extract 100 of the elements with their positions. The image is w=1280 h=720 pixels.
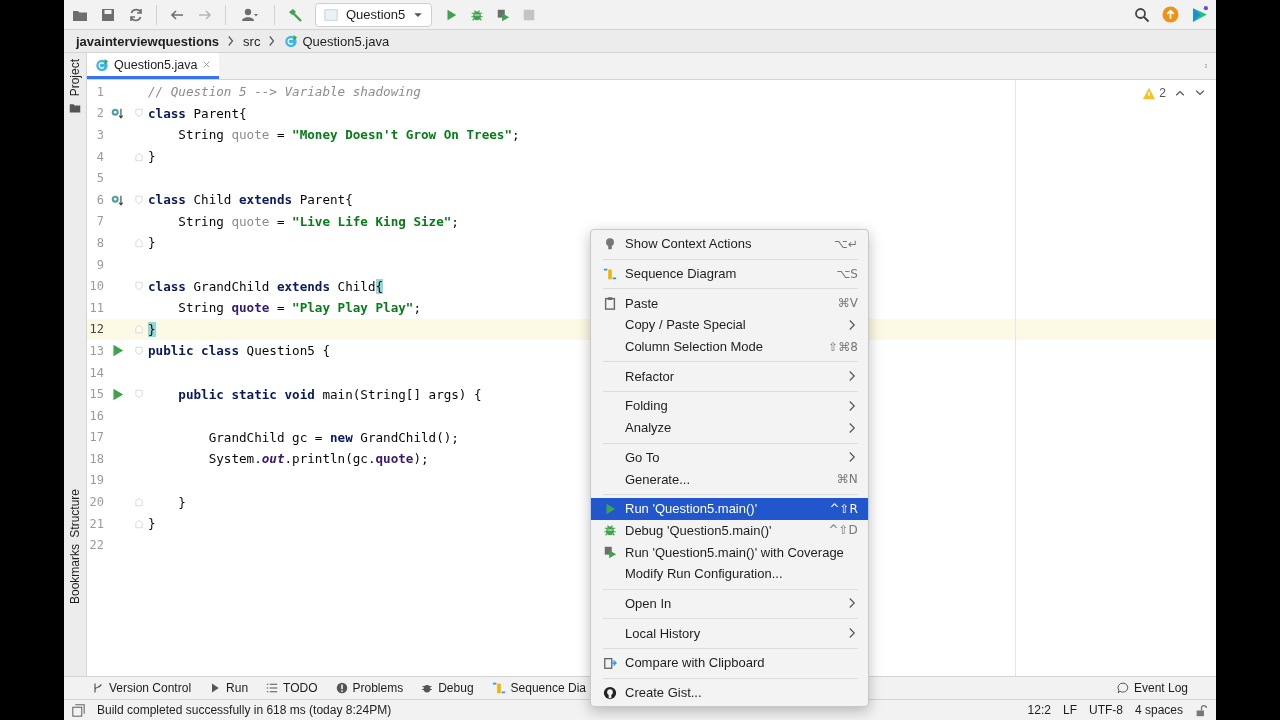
sequence-diagram-icon[interactable] bbox=[491, 681, 506, 695]
line-number: 13 bbox=[88, 343, 104, 358]
menu-item[interactable]: Run 'Question5.main()' ^⇧R bbox=[591, 497, 868, 520]
code-line: } bbox=[177, 494, 186, 510]
code-line: public class Question5 { bbox=[148, 343, 330, 359]
code-line: } bbox=[148, 235, 156, 251]
line-number: 19 bbox=[88, 473, 104, 488]
menu-item[interactable]: Debug 'Question5.main()' ^⇧D bbox=[591, 519, 868, 542]
line-number: 15 bbox=[88, 387, 104, 402]
code-line: // Question 5 --> Variable shadowing bbox=[148, 84, 421, 100]
clipboard-icon bbox=[603, 296, 617, 311]
tool-window-tab[interactable]: Version Control bbox=[109, 681, 192, 695]
override-icon[interactable] bbox=[110, 106, 124, 121]
tool-window-tab[interactable]: Sequence Dia bbox=[510, 681, 586, 695]
menu-item[interactable]: Paste ⌘V bbox=[591, 292, 868, 315]
speech-bubble-icon bbox=[1116, 682, 1129, 694]
status-item[interactable]: 12:2 bbox=[1027, 703, 1051, 717]
debug-icon[interactable] bbox=[470, 7, 485, 22]
debug-icon[interactable] bbox=[603, 523, 617, 538]
editor-tab[interactable]: Question5.java bbox=[87, 53, 220, 79]
status-item[interactable]: LF bbox=[1062, 703, 1077, 717]
code-line: GrandChild gc = new GrandChild(); bbox=[207, 429, 459, 445]
menu-item[interactable]: Sequence Diagram ⌥S bbox=[591, 262, 868, 285]
branch-icon bbox=[92, 682, 104, 694]
hammer-icon[interactable] bbox=[287, 6, 303, 23]
line-number: 22 bbox=[88, 538, 104, 553]
status-item[interactable]: 4 spaces bbox=[1134, 703, 1183, 717]
status-message: Build completed successfully in 618 ms (today 8:24PM) bbox=[97, 703, 392, 717]
status-item[interactable]: UTF-8 bbox=[1088, 703, 1123, 717]
event-log-tab[interactable]: Event Log bbox=[1133, 681, 1188, 695]
line-number: 7 bbox=[95, 214, 104, 229]
coverage-icon[interactable] bbox=[603, 545, 617, 560]
tool-window-tab[interactable]: Structure bbox=[68, 489, 82, 538]
class-file-icon bbox=[95, 57, 109, 72]
menu-item[interactable]: Show Context Actions ⌥↵ bbox=[591, 233, 868, 255]
breadcrumb-item[interactable]: src bbox=[243, 33, 261, 49]
code-line: } bbox=[148, 516, 156, 532]
line-number: 3 bbox=[95, 128, 104, 142]
run-configuration-dropdown[interactable]: Question5 bbox=[315, 2, 433, 27]
breadcrumb-item[interactable]: javainterviewquestions bbox=[76, 33, 220, 49]
code-line: String quote = "Live Life King Size"; bbox=[177, 213, 459, 229]
menu-item[interactable]: Compare with Clipboard bbox=[591, 652, 868, 674]
menu-item[interactable]: Create Gist... bbox=[591, 681, 868, 704]
line-number: 17 bbox=[88, 430, 104, 445]
menu-item[interactable]: Open In bbox=[591, 592, 868, 615]
tool-window-tab[interactable]: Debug bbox=[438, 681, 474, 695]
code-line: class GrandChild extends Child{ bbox=[148, 278, 384, 294]
menu-item[interactable]: Modify Run Configuration... bbox=[591, 562, 868, 585]
class-file-icon bbox=[284, 34, 299, 48]
code-line: public static void main(String[] args) { bbox=[177, 386, 482, 402]
line-number: 5 bbox=[95, 171, 104, 186]
lightbulb-icon bbox=[603, 236, 617, 251]
code-line: String quote = "Money Doesn't Grow On Trees"; bbox=[177, 127, 520, 143]
warning-count: 2 bbox=[1159, 86, 1166, 100]
toolbox-logo-icon[interactable] bbox=[1191, 6, 1208, 23]
menu-item[interactable]: Column Selection Mode ⇧⌘8 bbox=[591, 335, 868, 358]
close-icon[interactable] bbox=[202, 60, 212, 69]
code-line: class Parent{ bbox=[148, 105, 247, 121]
tool-window-tab[interactable]: TODO bbox=[283, 681, 318, 695]
menu-item[interactable]: Copy / Paste Special bbox=[591, 314, 868, 336]
menu-item[interactable]: Local History bbox=[591, 622, 868, 644]
menu-item[interactable]: Refactor bbox=[591, 365, 868, 388]
line-number: 11 bbox=[88, 300, 104, 315]
line-number: 14 bbox=[88, 365, 104, 380]
update-icon[interactable] bbox=[1162, 6, 1179, 23]
menu-item[interactable]: Run 'Question5.main()' with Coverage bbox=[591, 541, 868, 563]
code-line: String quote = "Play Play Play"; bbox=[177, 300, 421, 316]
bug-icon bbox=[421, 682, 434, 694]
menu-item[interactable]: Analyze bbox=[591, 416, 868, 439]
menu-item[interactable]: Generate... ⌘N bbox=[591, 468, 868, 490]
line-number: 21 bbox=[88, 516, 104, 531]
folder-icon[interactable] bbox=[69, 102, 81, 115]
search-icon[interactable] bbox=[1134, 6, 1150, 23]
sync-icon[interactable] bbox=[128, 6, 144, 23]
run-icon[interactable] bbox=[110, 387, 124, 401]
compare-icon bbox=[603, 655, 617, 670]
line-number: 1 bbox=[95, 84, 104, 99]
sequence-diagram-icon[interactable] bbox=[603, 266, 617, 281]
breadcrumb-item[interactable]: Question5.java bbox=[302, 33, 390, 49]
menu-item[interactable]: Folding bbox=[591, 395, 868, 417]
tool-window-tab[interactable]: Problems bbox=[352, 681, 404, 695]
coverage-icon[interactable] bbox=[496, 7, 511, 22]
save-icon[interactable] bbox=[100, 6, 116, 23]
line-number: 10 bbox=[88, 279, 104, 294]
list-icon bbox=[266, 682, 279, 694]
code-line: class Child extends Parent{ bbox=[148, 192, 353, 208]
line-number: 8 bbox=[95, 235, 104, 250]
line-number: 18 bbox=[88, 451, 104, 466]
tool-window-tab[interactable]: Run bbox=[226, 681, 249, 695]
line-number: 4 bbox=[95, 149, 104, 164]
menu-item[interactable]: Go To bbox=[591, 446, 868, 469]
run-icon[interactable] bbox=[110, 344, 124, 358]
lock-icon[interactable] bbox=[1195, 703, 1208, 717]
github-icon bbox=[603, 685, 617, 700]
line-number: 9 bbox=[95, 257, 104, 272]
tool-window-tab[interactable]: Project bbox=[68, 59, 82, 97]
code-line: System.out.println(gc.quote); bbox=[207, 451, 429, 467]
panel-toggle-icon[interactable] bbox=[72, 703, 85, 717]
config-icon bbox=[324, 7, 338, 22]
tool-window-tab[interactable]: Bookmarks bbox=[68, 543, 82, 604]
